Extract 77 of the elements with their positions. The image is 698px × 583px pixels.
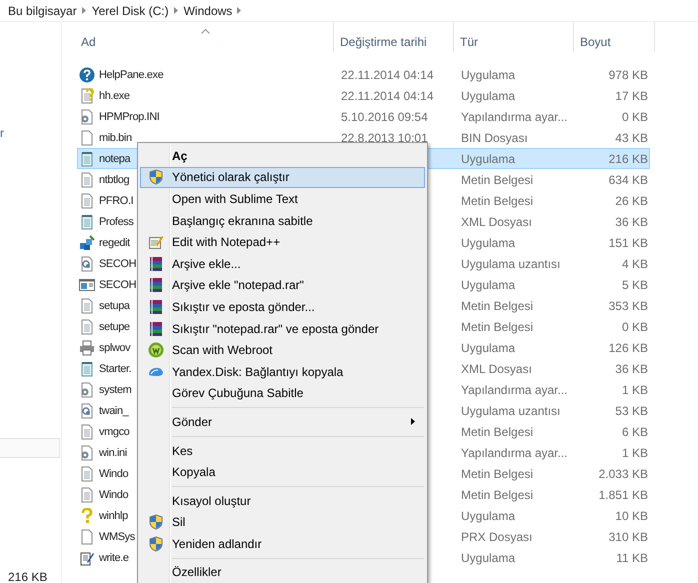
file-name: HPMProp.INI	[99, 110, 160, 122]
file-size: 0 KB	[622, 110, 649, 124]
file-type: Uygulama	[460, 236, 516, 250]
file-name: SECOH	[99, 258, 136, 270]
file-size: 1 KB	[622, 446, 649, 460]
file-type: Yapılandırma ayar...	[460, 110, 568, 124]
file-size: 1.851 KB	[598, 488, 649, 502]
file-name: mib.bin	[99, 132, 132, 144]
file-name: PFRO.I	[99, 194, 134, 206]
file-size: 4 KB	[622, 256, 649, 270]
file-type: PRX Dosyası	[460, 530, 532, 544]
file-type: Uygulama	[460, 550, 516, 564]
file-size: 17 KB	[615, 88, 649, 102]
file-size: 53 KB	[615, 404, 649, 418]
file-size: 36 KB	[615, 214, 649, 228]
status-text: 216 KB	[7, 571, 48, 583]
file-name: regedit	[99, 236, 130, 248]
file-type: Yapılandırma ayar...	[460, 382, 568, 396]
file-name: setupe	[99, 320, 130, 332]
file-name: hh.exe	[99, 90, 130, 102]
file-size: 151 KB	[608, 236, 649, 250]
file-size: 216 KB	[608, 152, 649, 166]
file-size: 978 KB	[608, 68, 649, 82]
file-type: Yapılandırma ayar...	[460, 446, 568, 460]
file-date: 22.8.2013 10:01	[340, 130, 428, 144]
file-name: SECOH	[99, 278, 136, 290]
file-name: Windo	[99, 468, 128, 480]
file-name: HelpPane.exe	[99, 68, 164, 80]
file-size: 6 KB	[622, 424, 649, 438]
file-type: Uygulama	[460, 278, 516, 292]
file-size: 5 KB	[622, 278, 649, 292]
file-type: Metin Belgesi	[460, 194, 534, 208]
file-type: XML Dosyası	[460, 214, 532, 228]
file-type: Uygulama	[460, 152, 516, 166]
file-size: 0 KB	[622, 320, 649, 334]
file-name: setupa	[99, 300, 130, 312]
file-date: 22.11.2014 04:14	[340, 68, 434, 82]
file-type: Metin Belgesi	[460, 298, 534, 312]
file-size: 1 KB	[622, 382, 649, 396]
file-name: twain_	[99, 404, 128, 416]
file-size: 26 KB	[615, 194, 649, 208]
file-type: Uygulama	[460, 68, 516, 82]
file-size: 634 KB	[608, 172, 649, 186]
file-type: Metin Belgesi	[460, 320, 534, 334]
file-name: notepa	[99, 152, 130, 164]
file-size: 43 KB	[615, 130, 649, 144]
file-date: 5.10.2016 09:54	[340, 110, 428, 124]
file-name: win.ini	[99, 446, 127, 458]
file-type: Uygulama	[460, 340, 516, 354]
file-name: winhlp	[99, 510, 128, 522]
file-type: Uygulama uzantısı	[460, 256, 560, 270]
file-size: 10 KB	[615, 508, 649, 522]
file-name: Starter.	[99, 362, 132, 374]
file-type: Metin Belgesi	[460, 424, 534, 438]
file-date: 22.11.2014 04:14	[340, 88, 434, 102]
file-name: vmgco	[99, 426, 130, 438]
file-name: ntbtlog	[99, 174, 130, 186]
file-size: 2.033 KB	[598, 466, 649, 480]
file-type: Metin Belgesi	[460, 488, 534, 502]
file-name: WMSys	[99, 530, 135, 542]
file-type: Metin Belgesi	[460, 466, 534, 480]
file-size: 126 KB	[608, 340, 649, 354]
file-name: Profess	[99, 216, 134, 228]
file-name: Windo	[99, 488, 128, 500]
file-name: splwov	[99, 342, 130, 354]
file-type: Uygulama	[460, 88, 516, 102]
file-type: XML Dosyası	[460, 362, 532, 376]
file-type: BIN Dosyası	[460, 130, 528, 144]
file-size: 353 KB	[608, 298, 649, 312]
file-size: 36 KB	[615, 362, 649, 376]
file-type: Uygulama uzantısı	[460, 404, 560, 418]
file-type: Uygulama	[460, 508, 516, 522]
file-size: 310 KB	[608, 530, 649, 544]
file-name: write.e	[99, 552, 129, 564]
file-type: Metin Belgesi	[460, 172, 534, 186]
file-size: 11 KB	[616, 550, 649, 564]
file-name: system	[99, 384, 132, 396]
